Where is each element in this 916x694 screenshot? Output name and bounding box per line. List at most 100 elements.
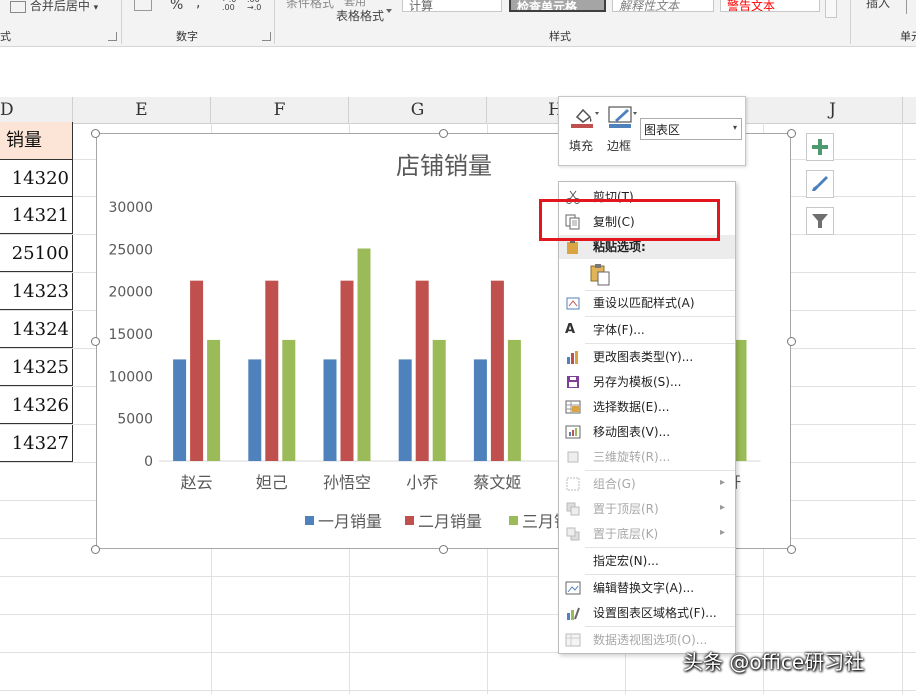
- percent-button[interactable]: %: [170, 0, 183, 13]
- conditional-format-button[interactable]: 条件格式: [286, 0, 334, 11]
- increase-decimal-button[interactable]: ←.0 .00: [222, 0, 236, 12]
- resize-handle[interactable]: [787, 129, 796, 138]
- table-format-button[interactable]: 表格格式: [336, 7, 384, 24]
- ribbon-separator: [274, 0, 275, 44]
- bar[interactable]: [265, 280, 279, 461]
- formula-bar-area: [0, 47, 916, 98]
- grid-line: [0, 614, 916, 615]
- chart-element-select[interactable]: 图表区 ▾: [640, 118, 742, 140]
- menu-separator: [585, 626, 735, 627]
- data-cell[interactable]: 14323: [0, 273, 73, 310]
- data-cell[interactable]: 14320: [0, 160, 73, 197]
- grid-line: [902, 123, 903, 694]
- resize-handle[interactable]: [91, 545, 100, 554]
- data-cell[interactable]: 14326: [0, 387, 73, 424]
- bring-front-icon: [566, 502, 580, 516]
- ribbon: 合并后居中 ▾ % , ←.0 .00 .00 →.0 条件格式 套用 表格格式…: [0, 0, 916, 47]
- resize-handle[interactable]: [91, 129, 100, 138]
- resize-handle[interactable]: [439, 545, 448, 554]
- menu-separator: [585, 574, 735, 575]
- format-chart-icon: [567, 607, 580, 620]
- style-calc[interactable]: 计算: [402, 0, 502, 12]
- menu-item-reset-style[interactable]: 重设以匹配样式(A): [559, 291, 735, 315]
- menu-item-group[interactable]: 组合(G) ▸: [559, 472, 735, 496]
- menu-item-bring-to-front[interactable]: 置于顶层(R) ▸: [559, 497, 735, 521]
- column-header-g[interactable]: G: [349, 97, 487, 123]
- data-cell[interactable]: 14325: [0, 349, 73, 386]
- bar[interactable]: [248, 359, 262, 461]
- delete-cells-icon[interactable]: [906, 0, 916, 14]
- rotate-3d-icon: [567, 451, 579, 463]
- bar[interactable]: [282, 339, 296, 461]
- chevron-right-icon: ▸: [719, 527, 725, 538]
- menu-item-save-template[interactable]: 另存为模板(S)...: [559, 370, 735, 394]
- merge-center-button[interactable]: 合并后居中 ▾: [10, 0, 98, 14]
- column-header-j[interactable]: J: [763, 97, 903, 123]
- fill-bucket-icon: [571, 108, 599, 128]
- bar[interactable]: [173, 359, 187, 461]
- decrease-decimal-button[interactable]: .00 →.0: [247, 0, 261, 12]
- comma-button[interactable]: ,: [196, 0, 200, 11]
- style-explanatory[interactable]: 解释性文本: [612, 0, 714, 12]
- legend-label: 一月销量: [318, 512, 382, 531]
- outline-button[interactable]: [607, 105, 641, 129]
- bar[interactable]: [490, 280, 504, 461]
- resize-handle[interactable]: [91, 337, 100, 346]
- chart-title[interactable]: 店铺销量: [396, 152, 492, 180]
- bar[interactable]: [340, 280, 354, 461]
- resize-handle[interactable]: [439, 129, 448, 138]
- x-tick-label: 赵云: [181, 473, 213, 492]
- grid-line: [0, 576, 916, 577]
- menu-item-change-chart-type[interactable]: 更改图表类型(Y)...: [559, 345, 735, 369]
- column-header-e[interactable]: E: [73, 97, 211, 123]
- bar[interactable]: [398, 359, 412, 461]
- dialog-launcher-icon[interactable]: [108, 32, 117, 41]
- y-tick-label: 20000: [108, 285, 153, 301]
- accounting-format-icon[interactable]: [134, 0, 152, 11]
- mini-toolbar: 填充 边框 图表区 ▾: [558, 96, 746, 166]
- header-cell[interactable]: 销量: [0, 122, 73, 160]
- chart-filters-button[interactable]: [806, 207, 834, 235]
- style-check-cell[interactable]: 检查单元格: [509, 0, 606, 12]
- paste-clipboard-icon: [590, 264, 610, 286]
- menu-item-send-to-back[interactable]: 置于底层(K) ▸: [559, 522, 735, 546]
- bar[interactable]: [190, 280, 204, 461]
- chart-elements-button[interactable]: [806, 133, 834, 161]
- menu-item-font[interactable]: A 字体(F)...: [559, 318, 735, 342]
- insert-cells-button[interactable]: 插入: [866, 0, 890, 11]
- bar[interactable]: [415, 280, 429, 461]
- bar[interactable]: [473, 359, 487, 461]
- style-warning[interactable]: 警告文本: [720, 0, 820, 12]
- paste-option-button[interactable]: [589, 262, 611, 286]
- data-cell[interactable]: 14321: [0, 197, 73, 234]
- data-cell[interactable]: 14327: [0, 425, 73, 462]
- select-data-icon: [565, 400, 581, 414]
- resize-handle[interactable]: [787, 545, 796, 554]
- menu-item-format-chart-area[interactable]: 设置图表区域格式(F)...: [559, 601, 735, 625]
- send-back-icon: [566, 527, 580, 541]
- bar[interactable]: [207, 339, 221, 461]
- menu-item-3d-rotation[interactable]: 三维旋转(R)...: [559, 445, 735, 469]
- fill-button[interactable]: [569, 105, 603, 129]
- menu-item-alt-text[interactable]: 编辑替换文字(A)...: [559, 576, 735, 600]
- dialog-launcher-icon[interactable]: [262, 32, 271, 41]
- styles-scroll-button[interactable]: [825, 0, 837, 18]
- highlight-box: [539, 199, 720, 241]
- y-tick-label: 10000: [108, 369, 153, 385]
- column-header-d[interactable]: D: [0, 97, 73, 123]
- bar[interactable]: [323, 359, 337, 461]
- bar[interactable]: [357, 248, 371, 461]
- menu-item-assign-macro[interactable]: 指定宏(N)...: [559, 549, 735, 573]
- bar[interactable]: [507, 339, 521, 461]
- chart-styles-button[interactable]: [806, 170, 834, 198]
- resize-handle[interactable]: [787, 337, 796, 346]
- menu-item-move-chart[interactable]: 移动图表(V)...: [559, 420, 735, 444]
- column-header-f[interactable]: F: [211, 97, 349, 123]
- bar[interactable]: [432, 339, 446, 461]
- reset-style-icon: [566, 297, 580, 310]
- x-tick-label: 孙悟空: [323, 473, 371, 492]
- data-cell[interactable]: 25100: [0, 235, 73, 272]
- x-tick-label: 蔡文姬: [473, 473, 521, 492]
- menu-item-select-data[interactable]: 选择数据(E)...: [559, 395, 735, 419]
- data-cell[interactable]: 14324: [0, 311, 73, 348]
